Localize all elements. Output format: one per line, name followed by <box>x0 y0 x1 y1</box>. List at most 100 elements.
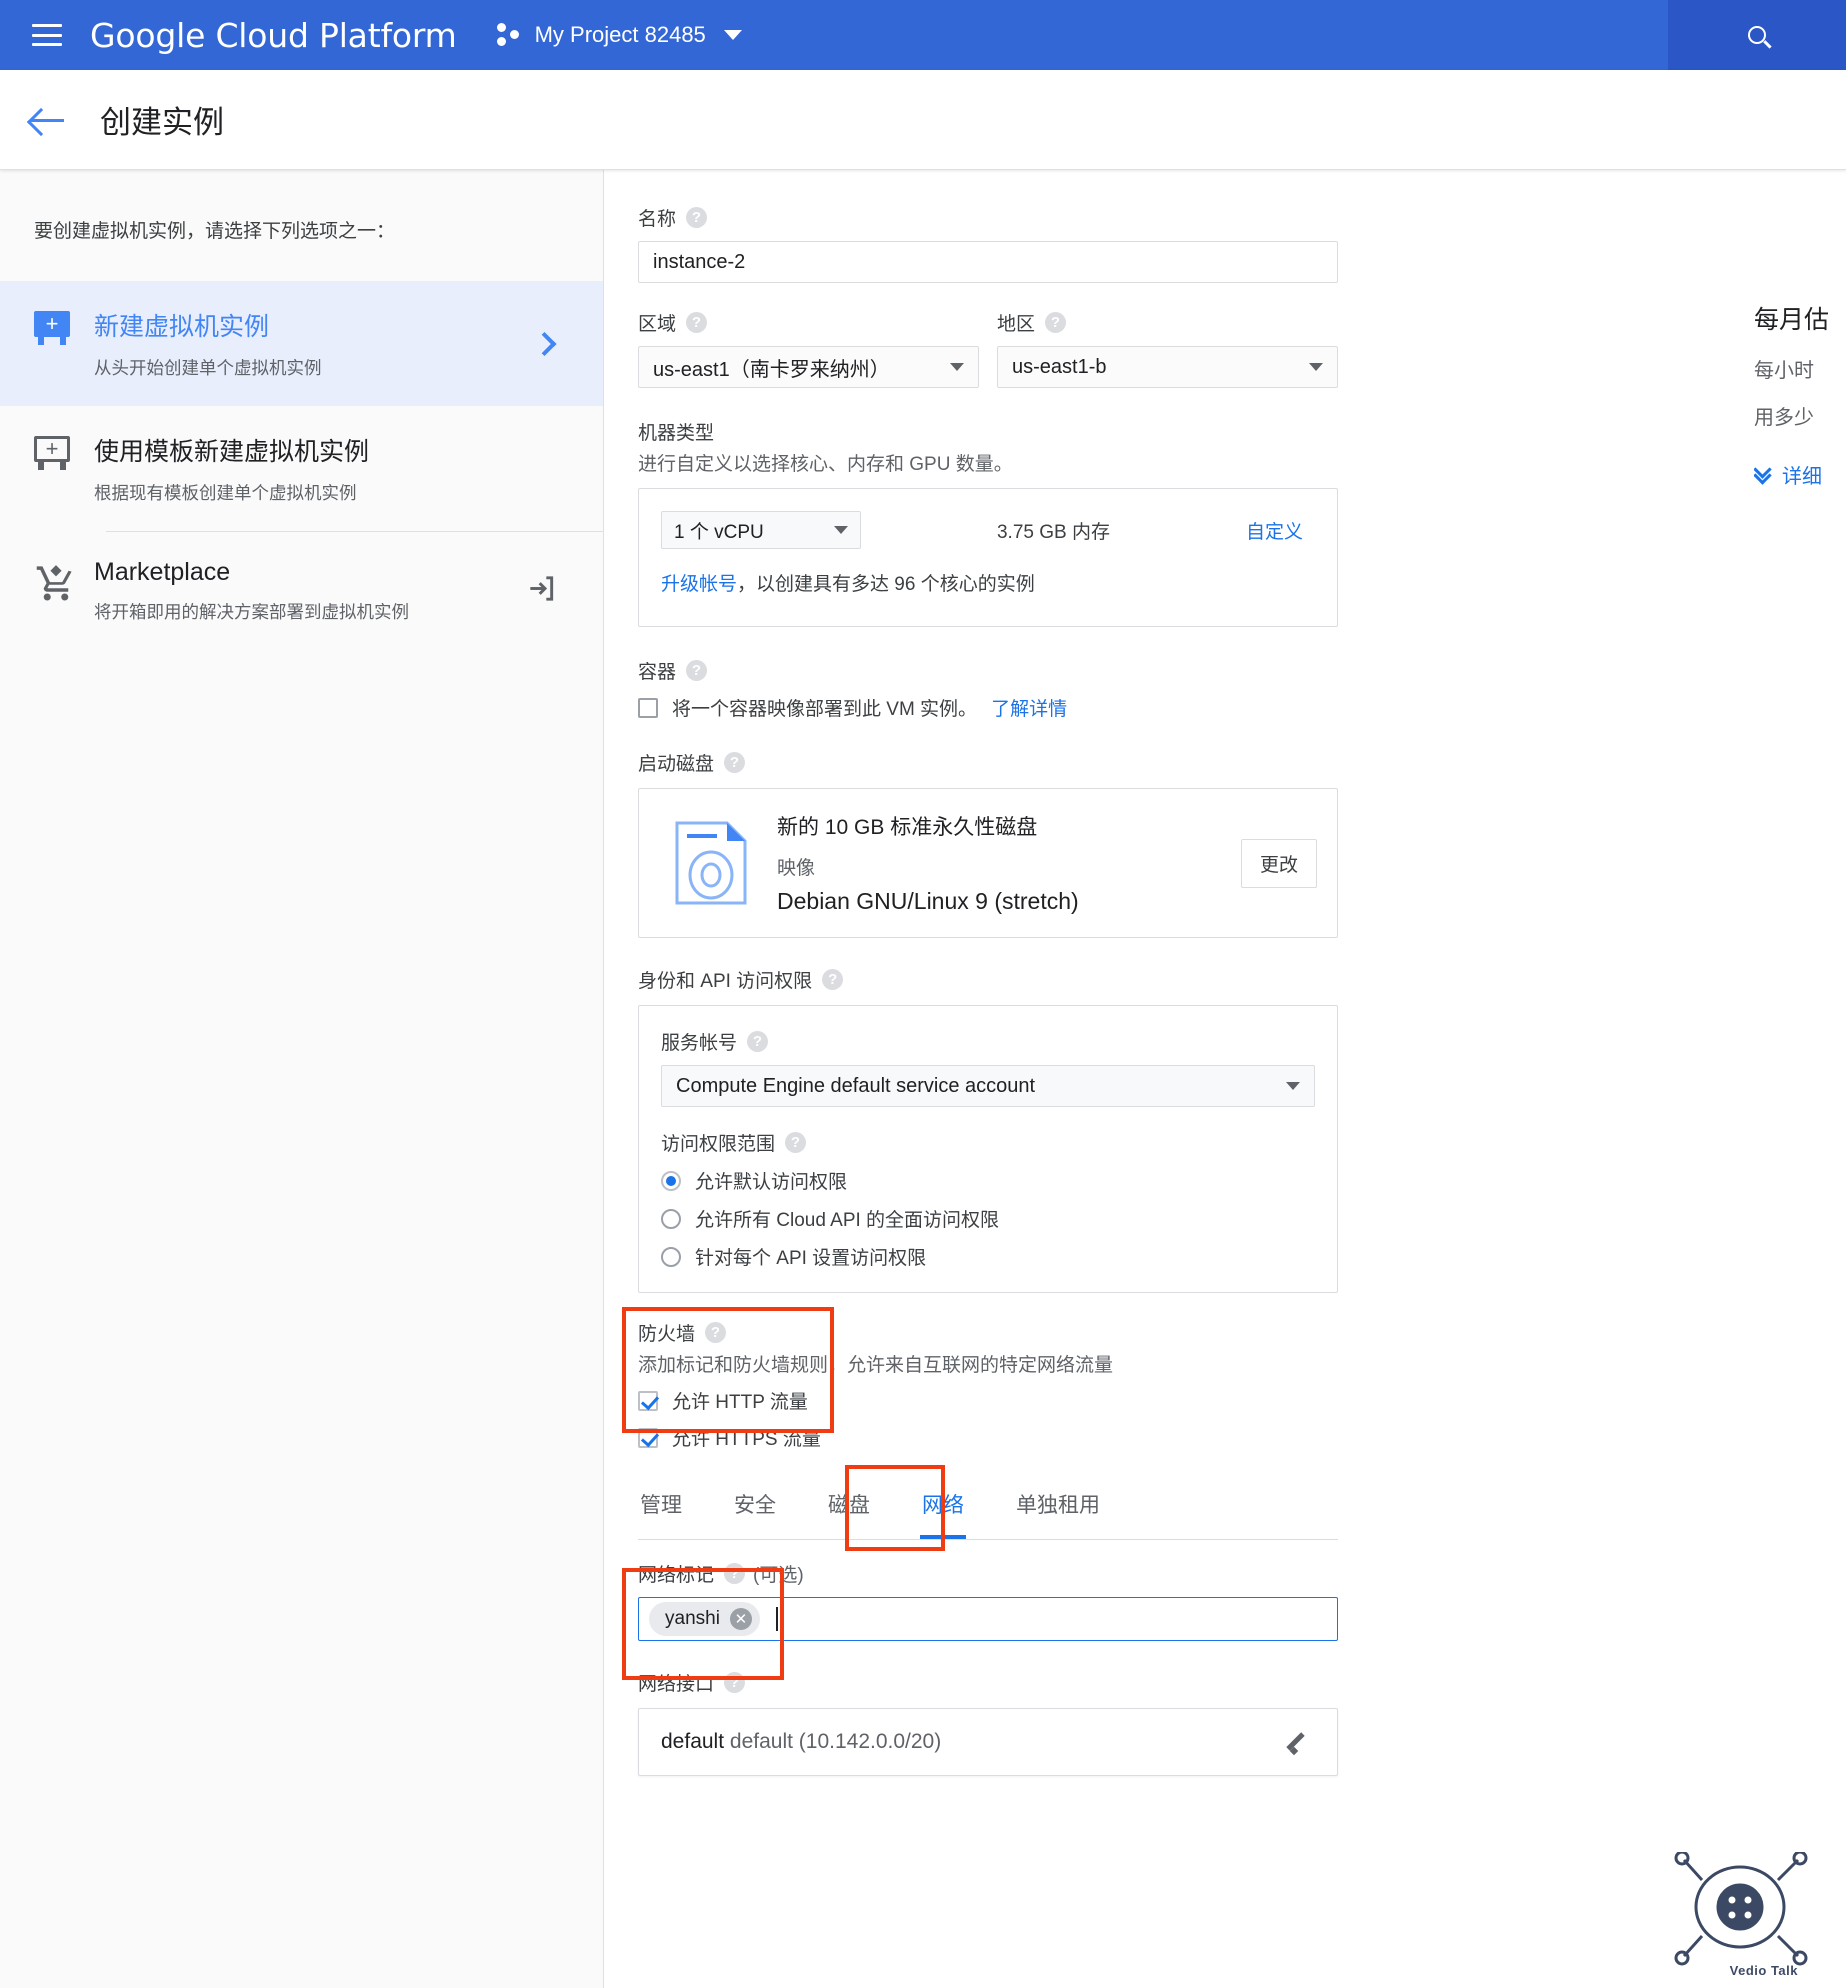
chevron-down-icon <box>723 30 742 40</box>
tab-networking[interactable]: 网络 <box>920 1479 966 1539</box>
radio-full-access[interactable] <box>661 1208 681 1229</box>
disk-image-icon <box>673 820 749 906</box>
region-value: us-east1（南卡罗来纳州） <box>653 358 890 381</box>
page-title: 创建实例 <box>100 105 224 140</box>
boot-disk-image-label: 映像 <box>777 858 816 879</box>
tab-disks[interactable]: 磁盘 <box>826 1479 872 1539</box>
customize-link[interactable]: 自定义 <box>1246 517 1315 544</box>
back-arrow-icon[interactable] <box>30 105 66 135</box>
firewall-label: 防火墙 <box>638 1324 696 1345</box>
instance-form-pane: 名称 ? instance-2 区域? us-east1（南卡罗来纳州） 地区? <box>604 170 1846 1988</box>
container-learn-more-link[interactable]: 了解详情 <box>991 694 1067 721</box>
scope-option-per-api[interactable]: 针对每个 API 设置访问权限 <box>661 1243 1315 1270</box>
scopes-label-row: 访问权限范围 ? <box>661 1129 1315 1156</box>
project-dots-icon <box>496 23 523 47</box>
option-subtitle: 根据现有模板创建单个虚拟机实例 <box>94 483 357 503</box>
network-tags-optional: (可选) <box>753 1565 804 1586</box>
text-cursor <box>775 1607 778 1631</box>
container-checkbox[interactable] <box>638 697 658 718</box>
search-icon <box>1748 26 1766 44</box>
close-icon[interactable]: ✕ <box>729 1608 752 1630</box>
container-text: 将一个容器映像部署到此 VM 实例。 <box>672 699 978 720</box>
scope-label: 针对每个 API 设置访问权限 <box>695 1248 927 1269</box>
chevron-down-icon <box>950 363 964 371</box>
vm-add-filled-icon: + <box>34 307 80 345</box>
page-header: 创建实例 <box>0 70 1846 170</box>
help-icon[interactable]: ? <box>686 660 708 681</box>
chevron-down-icon <box>834 526 848 534</box>
identity-label-row: 身份和 API 访问权限 ? <box>638 966 1338 993</box>
service-account-value: Compute Engine default service account <box>676 1074 1036 1097</box>
boot-disk-label-row: 启动磁盘 ? <box>638 749 1338 776</box>
tab-management[interactable]: 管理 <box>638 1479 684 1539</box>
identity-label: 身份和 API 访问权限 <box>638 971 813 992</box>
pricing-details-label: 详细 <box>1782 466 1822 488</box>
network-tags-input[interactable]: yanshi ✕ <box>638 1597 1338 1641</box>
region-select[interactable]: us-east1（南卡罗来纳州） <box>638 346 979 388</box>
allow-http-checkbox[interactable] <box>638 1390 658 1411</box>
region-field: 区域? us-east1（南卡罗来纳州） <box>638 309 979 388</box>
zone-value: us-east1-b <box>1012 355 1107 378</box>
search-input[interactable] <box>1668 0 1846 70</box>
creation-options-pane: 要创建虚拟机实例，请选择下列选项之一： + 新建虚拟机实例 从头开始创建单个虚拟… <box>0 170 604 1988</box>
network-interface-card[interactable]: default default (10.142.0.0/20) <box>638 1708 1338 1776</box>
tab-security[interactable]: 安全 <box>732 1479 778 1539</box>
upgrade-account-link[interactable]: 升级帐号 <box>661 574 737 595</box>
help-icon[interactable]: ? <box>686 312 708 333</box>
network-interface-text: default default (10.142.0.0/20) <box>661 1730 941 1754</box>
open-external-icon[interactable] <box>525 573 557 610</box>
scope-option-default[interactable]: 允许默认访问权限 <box>661 1167 1315 1194</box>
network-tag-chip-label: yanshi <box>665 1608 720 1629</box>
network-tag-chip[interactable]: yanshi ✕ <box>649 1602 760 1636</box>
machine-type-label: 机器类型 <box>638 423 715 444</box>
app-topbar: Google Cloud Platform My Project 82485 <box>0 0 1846 70</box>
project-selector[interactable]: My Project 82485 <box>496 22 742 48</box>
help-icon[interactable]: ? <box>705 1322 727 1343</box>
help-icon[interactable]: ? <box>686 207 708 228</box>
service-account-select[interactable]: Compute Engine default service account <box>661 1065 1315 1107</box>
firewall-label-row: 防火墙 ? <box>638 1319 1338 1346</box>
vcpu-select[interactable]: 1 个 vCPU <box>661 511 861 549</box>
help-icon[interactable]: ? <box>724 752 746 773</box>
watermark-text: Vedio Talk <box>1729 1963 1798 1978</box>
firewall-section: 防火墙 ? 添加标记和防火墙规则，允许来自互联网的特定网络流量 允许 HTTP … <box>622 1307 1338 1451</box>
pencil-edit-icon[interactable] <box>1289 1729 1315 1755</box>
name-input[interactable]: instance-2 <box>638 241 1338 283</box>
firewall-http-row[interactable]: 允许 HTTP 流量 <box>638 1387 1338 1414</box>
allow-https-checkbox[interactable] <box>638 1427 658 1448</box>
hamburger-menu-icon[interactable] <box>32 24 62 46</box>
help-icon[interactable]: ? <box>822 969 844 990</box>
change-boot-disk-button[interactable]: 更改 <box>1240 838 1317 888</box>
help-icon[interactable]: ? <box>1045 312 1067 333</box>
pricing-details-toggle[interactable]: 详细 <box>1754 460 1846 489</box>
radio-per-api-access[interactable] <box>661 1246 681 1267</box>
option-subtitle: 从头开始创建单个虚拟机实例 <box>94 358 322 378</box>
firewall-https-row[interactable]: 允许 HTTPS 流量 <box>638 1424 1338 1451</box>
network-interface-label: 网络接口 <box>638 1674 715 1695</box>
scope-label: 允许默认访问权限 <box>695 1172 848 1193</box>
network-interface-label-row: 网络接口 ? <box>638 1669 1338 1696</box>
option-new-vm-from-template[interactable]: + 使用模板新建虚拟机实例 根据现有模板创建单个虚拟机实例 <box>0 406 603 531</box>
container-checkbox-row[interactable]: 将一个容器映像部署到此 VM 实例。 了解详情 <box>638 694 1338 721</box>
radio-default-access[interactable] <box>661 1170 681 1191</box>
settings-tabs: 管理 安全 磁盘 网络 单独租用 <box>638 1465 1338 1551</box>
scope-option-full[interactable]: 允许所有 Cloud API 的全面访问权限 <box>661 1205 1315 1232</box>
zone-select[interactable]: us-east1-b <box>997 346 1338 388</box>
name-label: 名称 <box>638 209 677 230</box>
help-icon[interactable]: ? <box>724 1563 746 1584</box>
memory-value: 3.75 GB 内存 <box>996 521 1110 543</box>
firewall-sub: 添加标记和防火墙规则，允许来自互联网的特定网络流量 <box>638 1355 1114 1376</box>
identity-card: 服务帐号 ? Compute Engine default service ac… <box>638 1005 1338 1293</box>
scopes-label: 访问权限范围 <box>661 1134 776 1155</box>
project-name: My Project 82485 <box>534 22 706 47</box>
option-new-vm-instance[interactable]: + 新建虚拟机实例 从头开始创建单个虚拟机实例 <box>0 281 603 406</box>
network-tags-label: 网络标记 <box>638 1565 715 1586</box>
network-tags-section: 网络标记 ? (可选) yanshi ✕ <box>622 1560 1338 1680</box>
tab-sole-tenancy[interactable]: 单独租用 <box>1014 1479 1102 1539</box>
service-account-label-row: 服务帐号 ? <box>661 1028 1315 1055</box>
option-marketplace[interactable]: Marketplace 将开箱即用的解决方案部署到虚拟机实例 <box>0 532 603 650</box>
help-icon[interactable]: ? <box>724 1672 746 1693</box>
help-icon[interactable]: ? <box>747 1031 769 1052</box>
help-icon[interactable]: ? <box>785 1132 807 1153</box>
option-title: 新建虚拟机实例 <box>94 313 270 341</box>
